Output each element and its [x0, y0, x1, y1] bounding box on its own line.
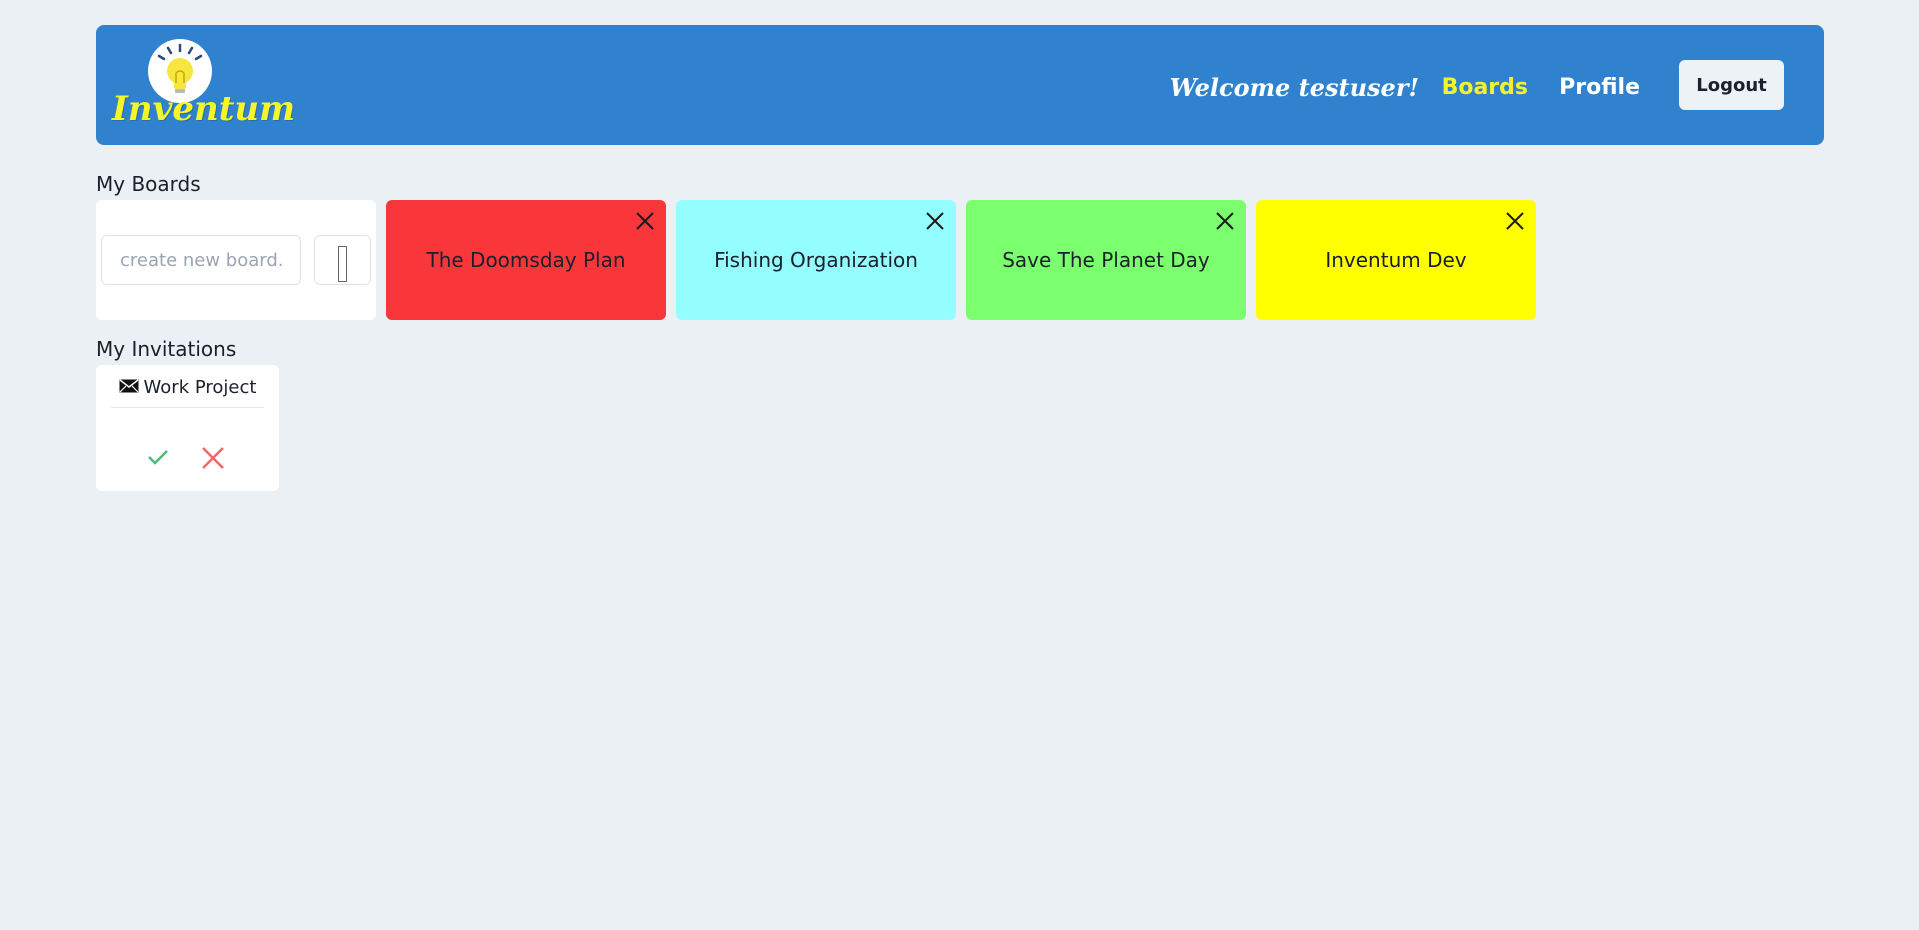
create-board-input[interactable]	[101, 235, 301, 285]
close-icon[interactable]	[1504, 210, 1526, 232]
board-card-2[interactable]: Save The Planet Day	[966, 200, 1246, 320]
close-icon[interactable]	[634, 210, 656, 232]
board-card-0[interactable]: The Doomsday Plan	[386, 200, 666, 320]
logo-text: Inventum	[112, 89, 296, 129]
check-icon[interactable]	[146, 445, 170, 469]
board-title: Inventum Dev	[1325, 248, 1467, 272]
navbar: Inventum Welcome testuser! Boards Profil…	[96, 25, 1824, 145]
create-board-card	[96, 200, 376, 320]
board-card-1[interactable]: Fishing Organization	[676, 200, 956, 320]
app-logo[interactable]: Inventum	[112, 39, 296, 139]
invitation-board-name: Work Project	[143, 377, 257, 398]
invitation-card: Work Project	[96, 365, 279, 491]
board-title: The Doomsday Plan	[426, 248, 626, 272]
logout-button[interactable]: Logout	[1679, 60, 1784, 110]
my-boards-heading: My Boards	[96, 172, 201, 196]
board-title: Fishing Organization	[714, 248, 918, 272]
board-card-3[interactable]: Inventum Dev	[1256, 200, 1536, 320]
welcome-message: Welcome testuser!	[1169, 73, 1419, 102]
envelope-icon	[119, 379, 139, 393]
close-icon[interactable]	[1214, 210, 1236, 232]
x-icon[interactable]	[200, 445, 226, 471]
nav-boards-link[interactable]: Boards	[1442, 68, 1528, 108]
close-icon[interactable]	[924, 210, 946, 232]
plus-glyph-icon	[338, 245, 347, 282]
my-invitations-heading: My Invitations	[96, 337, 237, 361]
create-board-button[interactable]	[314, 235, 371, 285]
invitation-header: Work Project	[111, 373, 264, 408]
nav-profile-link[interactable]: Profile	[1559, 68, 1640, 108]
board-title: Save The Planet Day	[1002, 248, 1210, 272]
